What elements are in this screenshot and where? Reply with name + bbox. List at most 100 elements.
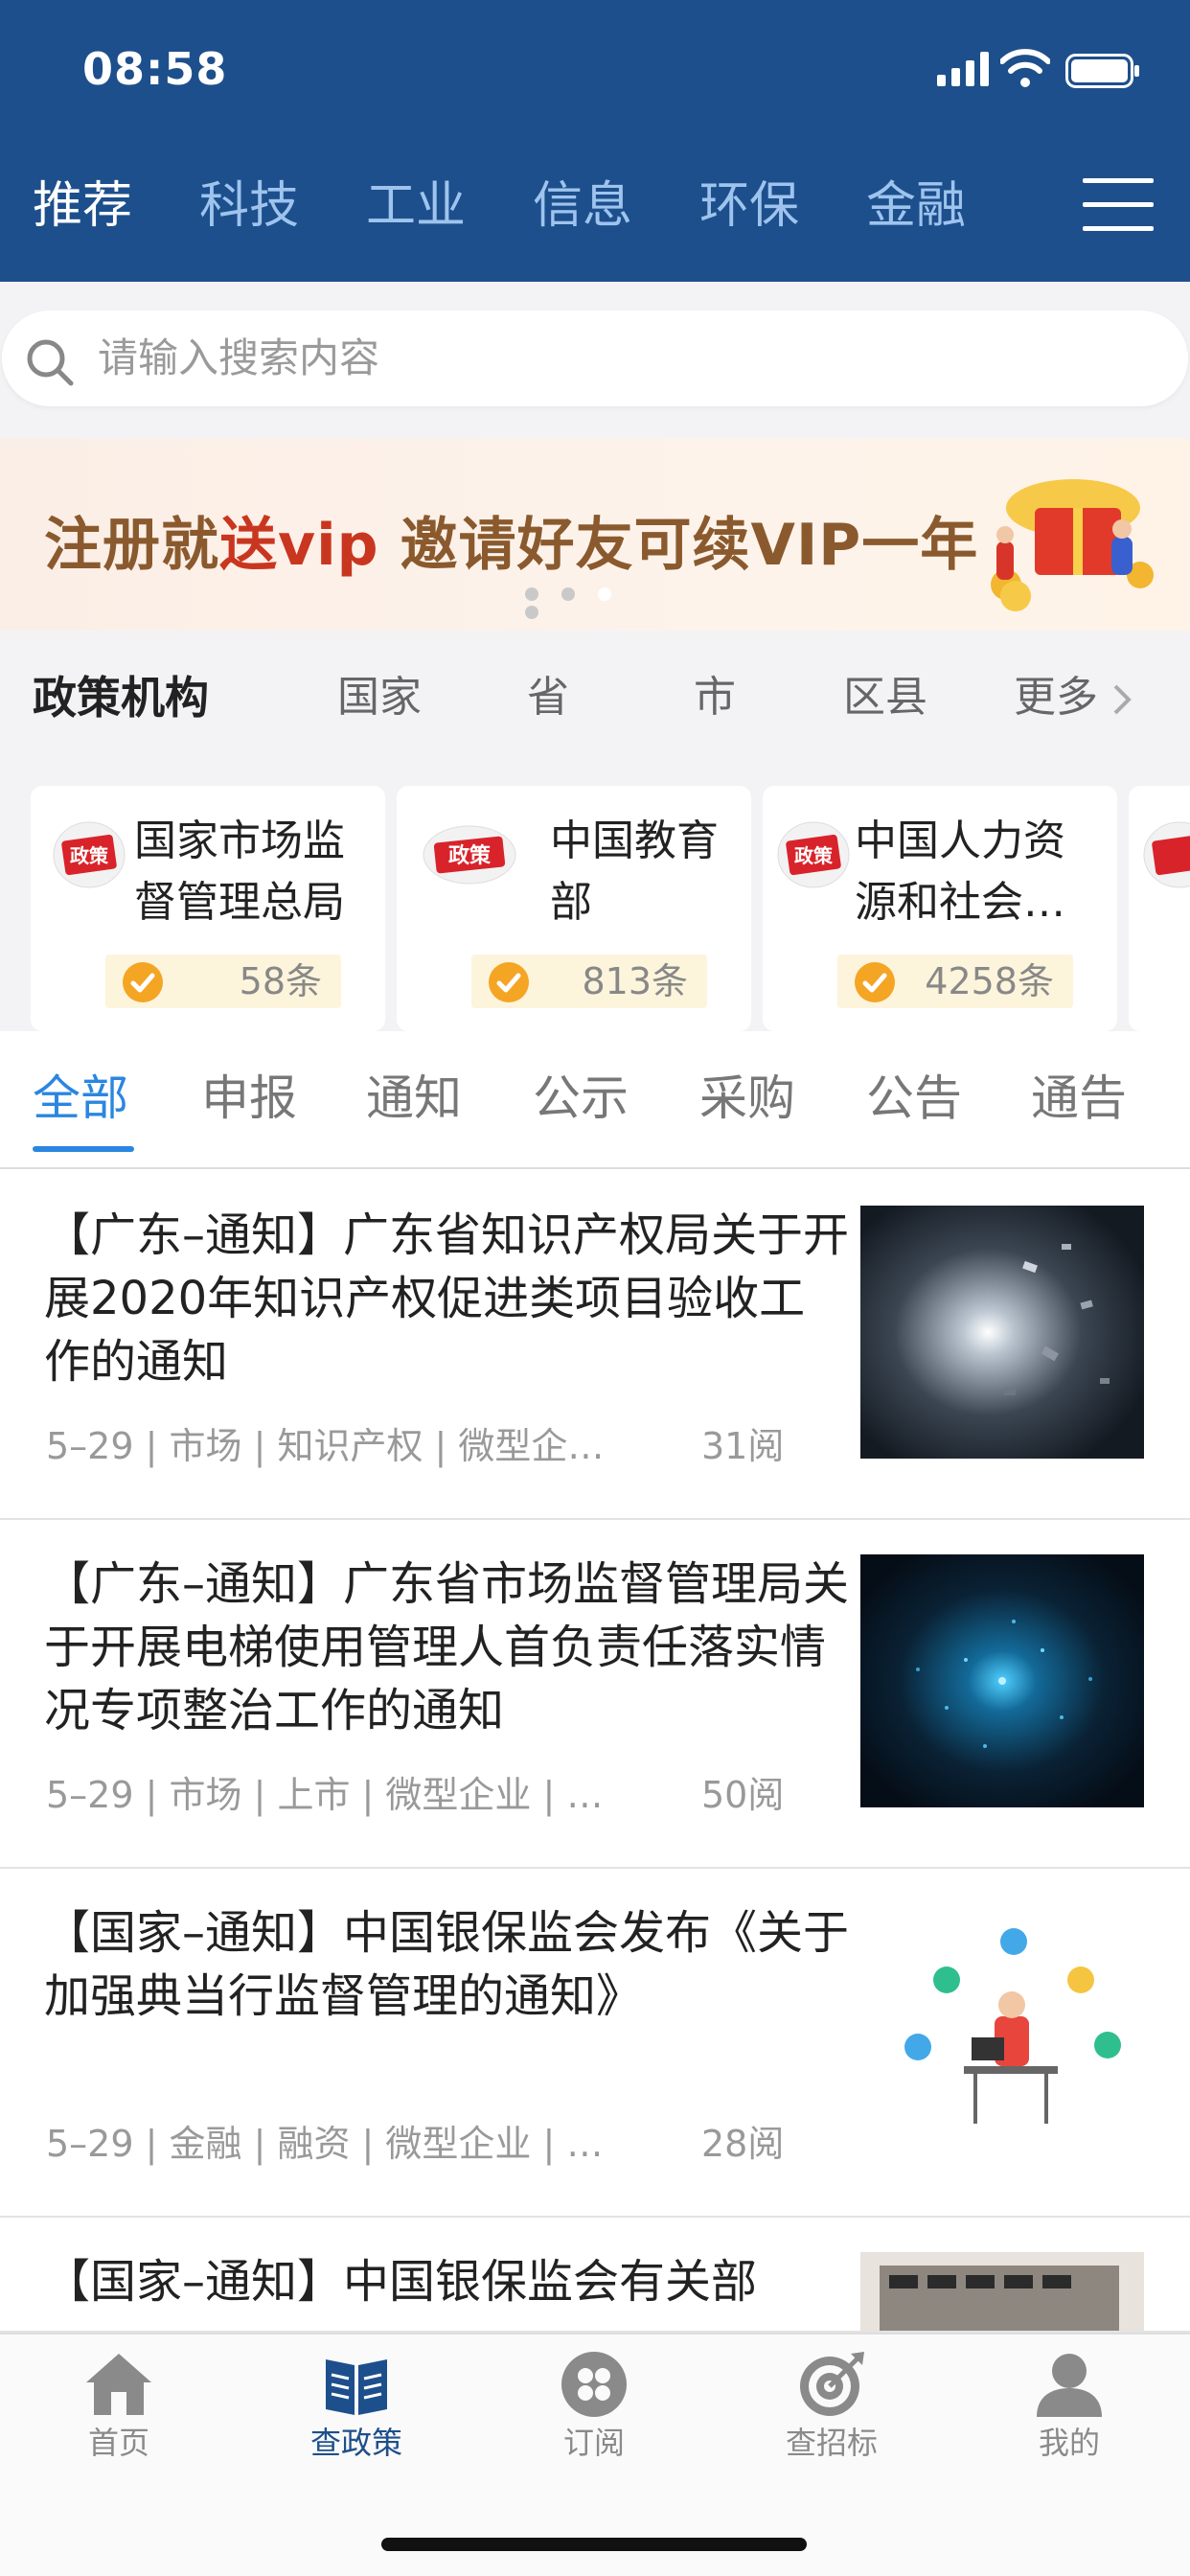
banner-pagination: [525, 586, 669, 619]
article-item[interactable]: 【国家–通知】中国银保监会有关部: [0, 2218, 1190, 2333]
tabbar-label: 我的: [1038, 2425, 1100, 2461]
tabbar-profile[interactable]: 我的: [973, 2334, 1165, 2478]
tabbar-label: 查政策: [309, 2425, 402, 2461]
subscribe-icon: [561, 2352, 627, 2417]
tab-publicity[interactable]: 公示: [533, 1060, 629, 1137]
article-thumbnail: [860, 1554, 1144, 1807]
nav-tab-environment[interactable]: 环保: [699, 163, 799, 249]
tabbar-label: 订阅: [562, 2425, 625, 2461]
svg-text:政策: 政策: [794, 844, 834, 867]
tab-notice[interactable]: 通知: [366, 1060, 462, 1137]
article-item[interactable]: 【国家–通知】中国银保监会发布《关于加强典当行监督管理的通知》 5–29 | 金…: [0, 1869, 1190, 2218]
search-area: 请输入搜索内容: [0, 282, 1190, 439]
article-title: 【广东–通知】广东省知识产权局关于开展2020年知识产权促进类项目验收工作的通知: [44, 1208, 850, 1389]
nav-tab-tech[interactable]: 科技: [199, 163, 299, 249]
org-card-partial[interactable]: [1129, 786, 1190, 1031]
article-read-count: 28阅: [701, 2123, 785, 2165]
policy-logo-icon: [1143, 821, 1190, 888]
nav-tab-recommend[interactable]: 推荐: [33, 163, 132, 249]
top-header: 08:58 推荐 科技 工业 信息 环保 金融: [0, 0, 1190, 282]
search-placeholder: 请输入搜索内容: [98, 334, 380, 381]
tabbar-home[interactable]: 首页: [23, 2334, 215, 2478]
status-bar: 08:58: [0, 0, 1190, 144]
svg-text:政策: 政策: [448, 843, 492, 868]
org-card-name: 中国教育部: [550, 816, 719, 927]
gift-vip-illustration-icon: [991, 479, 1154, 611]
article-meta: 5–29 | 金融 | 融资 | 微型企业 | …: [46, 2123, 604, 2165]
tabbar-bidding[interactable]: 查招标: [736, 2334, 927, 2478]
battery-icon: [1065, 54, 1139, 88]
article-read-count: 31阅: [701, 1425, 785, 1467]
org-cards-carousel: 政策 国家市场监督管理总局 58条 政策 中国教育部 813条 政策 中国人力资…: [0, 774, 1190, 1031]
pagination-dot[interactable]: [525, 587, 538, 601]
article-item[interactable]: 【广东–通知】广东省知识产权局关于开展2020年知识产权促进类项目验收工作的通知…: [0, 1171, 1190, 1520]
verified-check-icon: [489, 962, 529, 1002]
article-title: 【广东–通知】广东省市场监督管理局关于开展电梯使用管理人首负责任落实情况专项整治…: [44, 1557, 850, 1737]
article-read-count: 50阅: [701, 1774, 785, 1816]
org-card-count-badge: 4258条: [837, 954, 1073, 1008]
article-thumbnail: [860, 1903, 1144, 2156]
policy-org-bar: 政策机构 国家 省 市 区县 更多: [0, 631, 1190, 774]
tabbar-policy[interactable]: 查政策: [261, 2334, 452, 2478]
org-card-count-badge: 813条: [471, 954, 707, 1008]
article-thumbnail: [860, 2252, 1144, 2331]
org-filter-province[interactable]: 省: [527, 669, 569, 726]
policy-logo-icon: 政策: [53, 821, 126, 888]
user-icon: [1037, 2354, 1102, 2417]
tab-announcement[interactable]: 公告: [866, 1060, 962, 1137]
tabbar-label: 查招标: [785, 2425, 878, 2461]
verified-check-icon: [123, 962, 163, 1002]
hamburger-menu-icon[interactable]: [1083, 178, 1154, 232]
pagination-dot[interactable]: [561, 587, 575, 601]
tab-apply[interactable]: 申报: [201, 1060, 297, 1137]
promo-banner[interactable]: 注册就送vip 邀请好友可续VIP一年: [0, 439, 1190, 631]
org-card-name: 中国人力资源和社会…: [855, 816, 1065, 927]
org-filter-city[interactable]: 市: [694, 669, 736, 726]
org-filter-county[interactable]: 区县: [843, 669, 927, 726]
active-tab-indicator: [33, 1146, 134, 1152]
article-title: 【国家–通知】中国银保监会有关部: [44, 2255, 758, 2309]
org-filter-national[interactable]: 国家: [337, 669, 422, 726]
tab-procurement[interactable]: 采购: [699, 1060, 795, 1137]
category-nav: 推荐 科技 工业 信息 环保 金融: [0, 163, 1190, 249]
cellular-signal-icon: [937, 52, 989, 86]
pagination-dot[interactable]: [525, 606, 538, 619]
verified-check-icon: [855, 962, 895, 1002]
target-icon: [800, 2352, 864, 2416]
nav-tab-info[interactable]: 信息: [533, 163, 632, 249]
chevron-right-icon: [1113, 684, 1132, 715]
banner-text: 注册就送vip 邀请好友可续VIP一年: [44, 512, 979, 579]
nav-tab-finance[interactable]: 金融: [866, 163, 966, 249]
article-title: 【国家–通知】中国银保监会发布《关于加强典当行监督管理的通知》: [44, 1906, 850, 2023]
org-card[interactable]: 政策 中国教育部 813条: [397, 786, 751, 1031]
org-section-title: 政策机构: [33, 672, 209, 724]
tab-circular[interactable]: 通告: [1031, 1060, 1127, 1137]
article-thumbnail: [860, 1206, 1144, 1459]
search-icon: [27, 339, 74, 386]
status-time: 08:58: [82, 43, 228, 95]
org-card-count: 58条: [239, 960, 322, 1002]
org-card-count-badge: 58条: [105, 954, 341, 1008]
book-icon: [326, 2359, 387, 2415]
org-card-count: 4258条: [925, 960, 1054, 1002]
article-meta: 5–29 | 市场 | 知识产权 | 微型企…: [46, 1425, 605, 1467]
wifi-icon: [1000, 49, 1050, 87]
article-item[interactable]: 【广东–通知】广东省市场监督管理局关于开展电梯使用管理人首负责任落实情况专项整治…: [0, 1520, 1190, 1869]
home-indicator: [381, 2538, 807, 2551]
search-input[interactable]: 请输入搜索内容: [2, 310, 1188, 406]
org-filter-more[interactable]: 更多: [1014, 669, 1098, 726]
policy-logo-icon: 政策: [423, 825, 516, 885]
tab-all[interactable]: 全部: [33, 1060, 128, 1137]
org-card-name: 国家市场监督管理总局: [134, 816, 345, 927]
svg-text:政策: 政策: [70, 844, 109, 867]
org-card-count: 813条: [582, 960, 688, 1002]
article-category-tabs: 全部 申报 通知 公示 采购 公告 通告: [0, 1031, 1190, 1169]
pagination-dot-active[interactable]: [598, 587, 611, 601]
nav-tab-industry[interactable]: 工业: [366, 163, 466, 249]
tabbar-subscribe[interactable]: 订阅: [498, 2334, 690, 2478]
tabbar-label: 首页: [87, 2425, 149, 2461]
article-meta: 5–29 | 市场 | 上市 | 微型企业 | …: [46, 1774, 604, 1816]
org-card[interactable]: 政策 国家市场监督管理总局 58条: [31, 786, 385, 1031]
policy-logo-icon: 政策: [777, 821, 850, 888]
org-card[interactable]: 政策 中国人力资源和社会… 4258条: [763, 786, 1117, 1031]
